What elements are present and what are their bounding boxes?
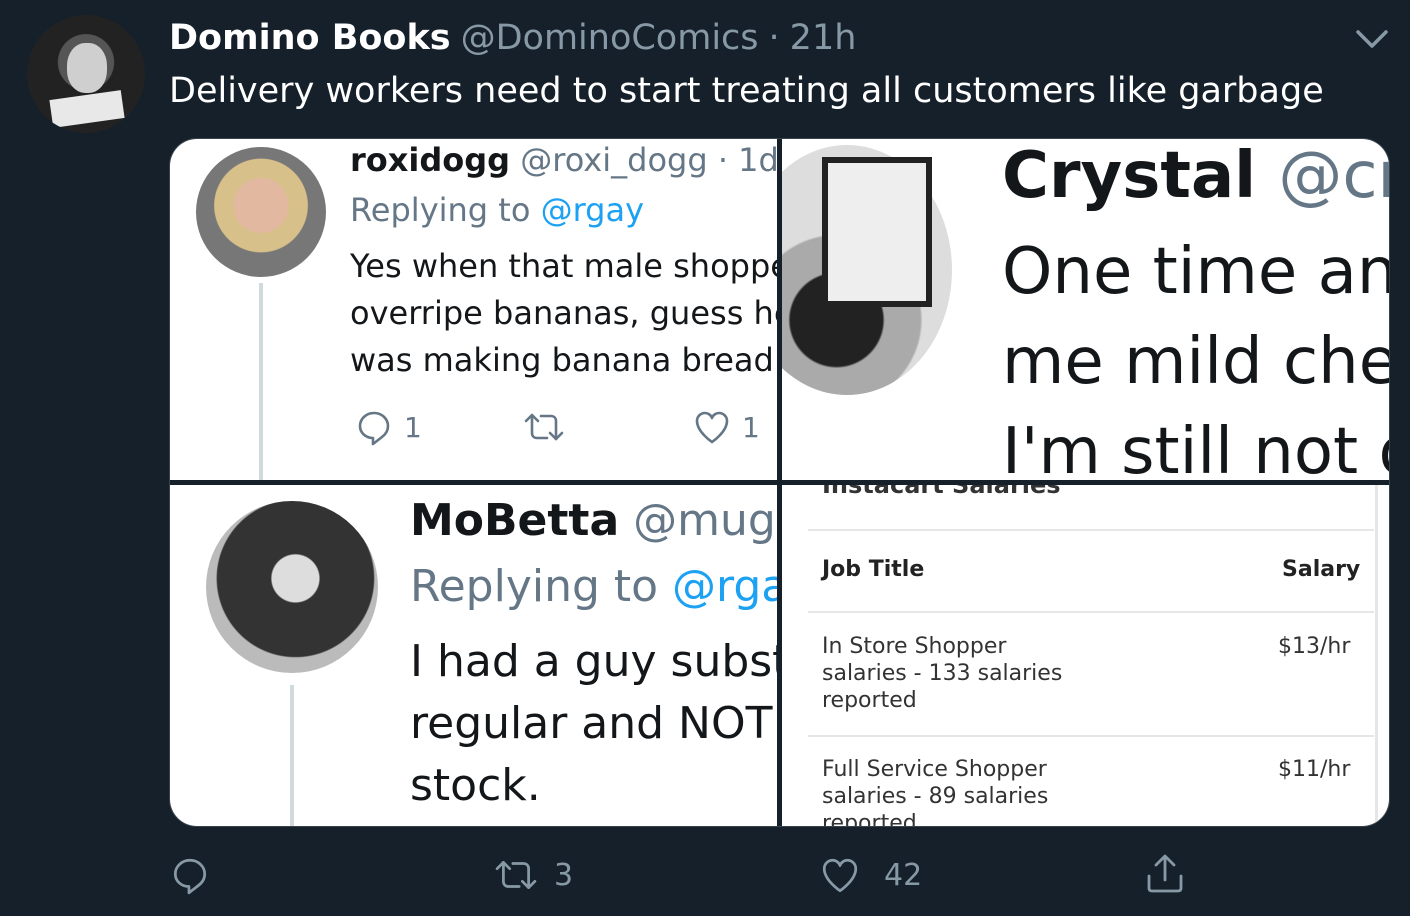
table-row-salary: $13/hr bbox=[1278, 634, 1351, 659]
media-image-3[interactable]: MoBetta @mugsi Replying to @rgay I had a… bbox=[170, 485, 777, 826]
thread-line bbox=[290, 685, 294, 826]
screenshot-name: roxidogg bbox=[350, 141, 511, 179]
screenshot-like-action: 1 bbox=[692, 407, 760, 447]
reply-icon bbox=[173, 858, 207, 895]
screenshot-retweet-action bbox=[522, 407, 566, 447]
body-line: One time an bbox=[1002, 235, 1390, 309]
col-header-job: Job Title bbox=[822, 557, 925, 582]
screenshot-username: Crystal @cry bbox=[1002, 139, 1389, 213]
card-title: Instacart Salaries bbox=[822, 485, 1061, 499]
screenshot-username: roxidogg @roxi_dogg · 1d bbox=[350, 141, 777, 179]
job-line: reported bbox=[822, 811, 917, 827]
author-name[interactable]: Domino Books bbox=[169, 15, 451, 61]
thread-line bbox=[259, 283, 263, 480]
body-line: I had a guy substi bbox=[410, 636, 777, 687]
chevron-down-icon[interactable] bbox=[1352, 24, 1392, 54]
replying-to: Replying to @rgay bbox=[410, 561, 777, 612]
job-line: salaries - 89 salaries bbox=[822, 784, 1049, 809]
screenshot-handle: @mugsi bbox=[633, 495, 777, 546]
author-avatar[interactable] bbox=[27, 15, 145, 133]
media-image-4[interactable]: Instacart Salaries Job Title Salary In S… bbox=[782, 485, 1389, 827]
retweet-button[interactable]: 3 bbox=[492, 854, 573, 896]
replying-handle: @rgay bbox=[672, 561, 777, 612]
divider bbox=[808, 611, 1374, 613]
reply-button[interactable] bbox=[169, 854, 225, 896]
header-separator: · bbox=[768, 18, 780, 58]
picture-frame bbox=[822, 157, 932, 307]
replying-handle: @rgay bbox=[540, 191, 645, 229]
avatar-face bbox=[67, 43, 107, 93]
media-image-1[interactable]: roxidogg @roxi_dogg · 1d Replying to @rg… bbox=[170, 139, 777, 480]
job-line: reported bbox=[822, 688, 917, 713]
retweet-icon bbox=[495, 861, 537, 889]
body-line: was making banana bread bbox=[350, 341, 774, 379]
screenshot-handle: @cry bbox=[1278, 139, 1389, 213]
body-line: overripe bananas, guess he bbox=[350, 294, 777, 332]
body-line: I'm still not o bbox=[1002, 415, 1390, 480]
share-icon bbox=[1147, 854, 1183, 893]
reply-count: 1 bbox=[404, 410, 422, 444]
replying-prefix: Replying to bbox=[350, 191, 541, 229]
body-line: Yes when that male shoppe bbox=[350, 247, 777, 285]
media-grid: roxidogg @roxi_dogg · 1d Replying to @rg… bbox=[169, 138, 1390, 827]
avatar bbox=[206, 501, 378, 673]
job-line: In Store Shopper bbox=[822, 634, 1007, 659]
table-row-job: Full Service Shopper salaries - 89 salar… bbox=[822, 756, 1049, 827]
body-line: regular and NOT b bbox=[410, 698, 777, 749]
retweet-icon bbox=[524, 413, 564, 441]
tweet-text: Delivery workers need to start treating … bbox=[169, 71, 1324, 111]
divider bbox=[808, 735, 1374, 737]
job-line: Full Service Shopper bbox=[822, 757, 1047, 782]
job-line: salaries - 133 salaries bbox=[822, 661, 1063, 686]
screenshot-reply-action: 1 bbox=[354, 407, 422, 447]
replying-to: Replying to @rgay bbox=[350, 191, 644, 229]
media-image-2[interactable]: Crystal @cry One time an me mild chee I'… bbox=[782, 139, 1390, 480]
replying-prefix: Replying to bbox=[410, 561, 673, 612]
like-count: 42 bbox=[884, 857, 923, 893]
author-handle[interactable]: @DominoComics bbox=[461, 15, 759, 61]
tweet-timestamp[interactable]: 21h bbox=[790, 15, 857, 61]
heart-icon bbox=[822, 858, 858, 893]
tweet-header: Domino Books @DominoComics · 21h bbox=[169, 15, 856, 61]
avatar-book bbox=[49, 90, 125, 128]
col-header-salary: Salary bbox=[1282, 557, 1361, 582]
heart-icon bbox=[695, 411, 729, 444]
body-line: stock. bbox=[410, 760, 541, 811]
reply-icon bbox=[358, 411, 390, 446]
table-row-job: In Store Shopper salaries - 133 salaries… bbox=[822, 633, 1062, 714]
like-count: 1 bbox=[742, 410, 760, 444]
screenshot-name: MoBetta bbox=[410, 495, 620, 546]
table-row-salary: $11/hr bbox=[1278, 757, 1351, 782]
body-line: me mild chee bbox=[1002, 325, 1389, 399]
divider bbox=[808, 529, 1374, 531]
retweet-count: 3 bbox=[554, 857, 574, 893]
screenshot-body: I had a guy substi regular and NOT b sto… bbox=[410, 631, 777, 817]
screenshot-username: MoBetta @mugsi bbox=[410, 495, 777, 546]
like-button[interactable]: 42 bbox=[818, 854, 922, 896]
screenshot-body: One time an me mild chee I'm still not o bbox=[1002, 227, 1390, 480]
screenshot-name: Crystal bbox=[1002, 139, 1257, 213]
share-button[interactable] bbox=[1143, 852, 1187, 900]
screenshot-handle-time: @roxi_dogg · 1d bbox=[520, 141, 777, 179]
avatar bbox=[196, 147, 326, 277]
screenshot-body: Yes when that male shoppe overripe banan… bbox=[350, 243, 777, 384]
